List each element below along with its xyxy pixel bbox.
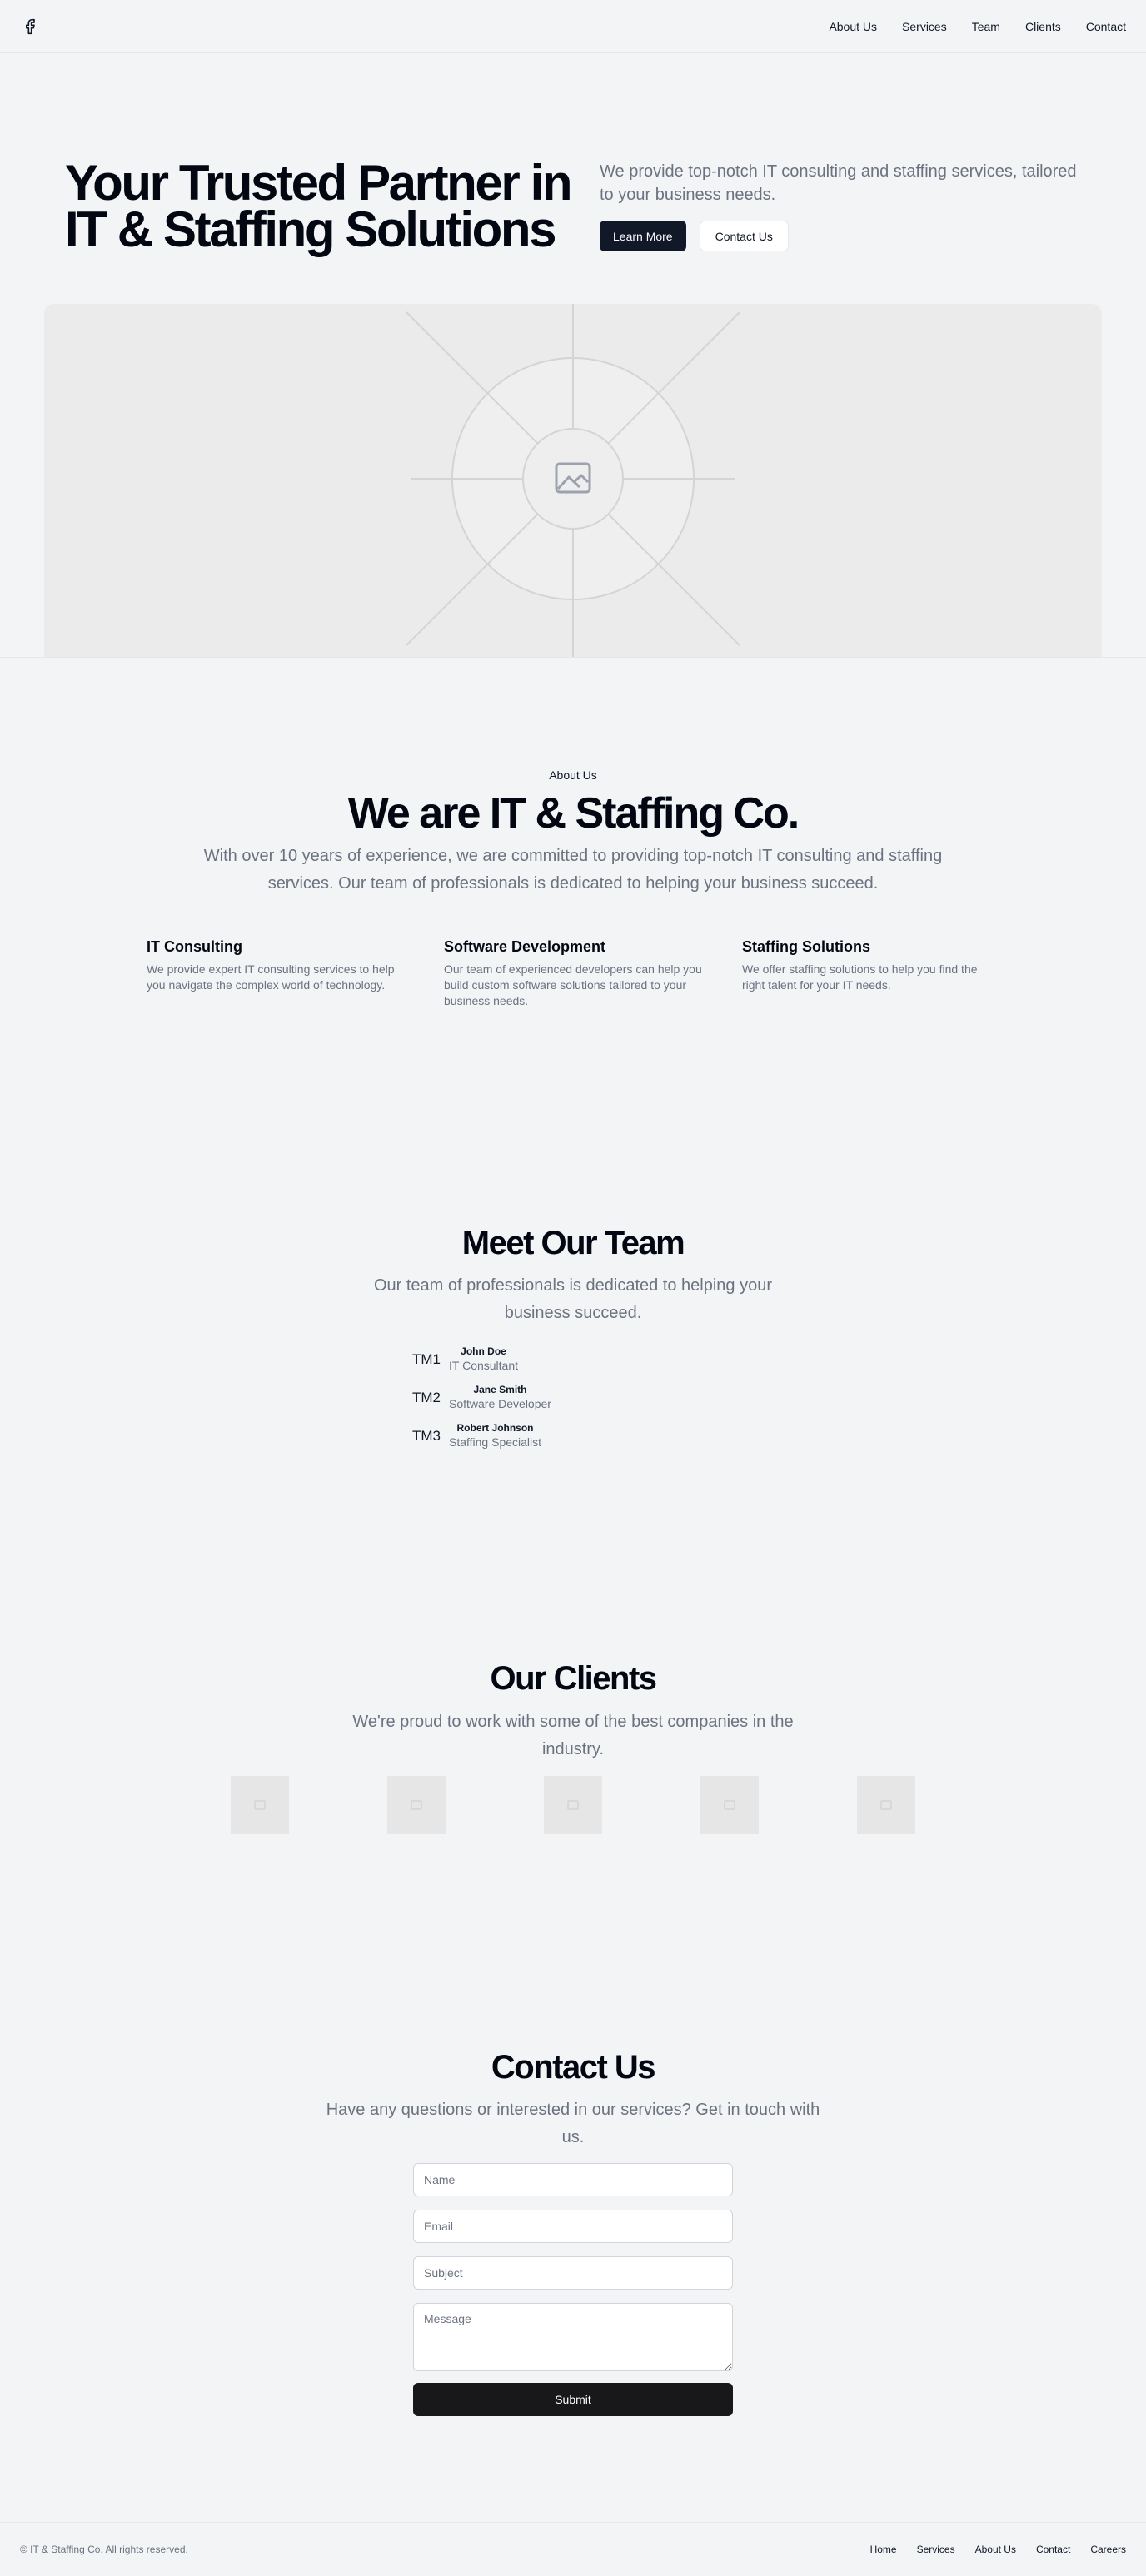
- submit-button[interactable]: Submit: [413, 2383, 733, 2416]
- about-title: We are IT & Staffing Co.: [347, 789, 800, 838]
- feature-text: Our team of experienced developers can h…: [444, 962, 702, 1007]
- hero-description: We provide top-notch IT consulting and s…: [600, 162, 1077, 204]
- client-logo: [387, 1776, 446, 1834]
- footer-nav: Home Services About Us Contact Careers: [870, 2544, 1126, 2555]
- feature-title: Software Development: [444, 938, 606, 955]
- image-placeholder-icon: [724, 1800, 735, 1810]
- team-title: Meet Our Team: [461, 1225, 685, 1261]
- facebook-icon[interactable]: [20, 17, 40, 37]
- feature-title: Staffing Solutions: [742, 938, 870, 955]
- member-role: Software Developer: [449, 1397, 551, 1410]
- team-member: TM2 Jane Smith Software Developer: [412, 1379, 662, 1417]
- member-role: Staffing Specialist: [449, 1435, 542, 1449]
- hero-image-placeholder: [44, 304, 1102, 658]
- footer-link-contact[interactable]: Contact: [1036, 2544, 1070, 2555]
- feature-staffing-solutions: Staffing Solutions We offer staffing sol…: [742, 937, 1000, 993]
- feature-text: We offer staffing solutions to help you …: [742, 962, 978, 992]
- feature-text: We provide expert IT consulting services…: [147, 962, 395, 992]
- clients-description: We're proud to work with some of the bes…: [352, 1713, 794, 1758]
- footer-link-services[interactable]: Services: [917, 2544, 955, 2555]
- team-description: Our team of professionals is dedicated t…: [373, 1276, 773, 1322]
- copyright: © IT & Staffing Co. All rights reserved.: [20, 2544, 188, 2555]
- site-footer: © IT & Staffing Co. All rights reserved.…: [0, 2522, 1146, 2576]
- hero-title: Your Trusted Partner in IT & Staffing So…: [65, 155, 573, 257]
- footer-link-home[interactable]: Home: [870, 2544, 897, 2555]
- member-name: Robert Johnson: [456, 1422, 534, 1434]
- feature-software-development: Software Development Our team of experie…: [444, 937, 702, 1009]
- footer-link-careers[interactable]: Careers: [1090, 2544, 1126, 2555]
- nav-contact[interactable]: Contact: [1086, 20, 1126, 33]
- learn-more-button[interactable]: Learn More: [600, 221, 686, 251]
- client-logo: [544, 1776, 602, 1834]
- nav-about-us[interactable]: About Us: [829, 20, 877, 33]
- team-list: TM1 John Doe IT Consultant TM2 Jane Smit…: [412, 1340, 662, 1455]
- about-eyebrow: About Us: [549, 768, 597, 782]
- clients-title: Our Clients: [490, 1660, 657, 1697]
- image-placeholder-icon: [567, 1800, 579, 1810]
- message-field[interactable]: [413, 2303, 733, 2371]
- avatar: TM2: [412, 1390, 441, 1405]
- main-nav: About Us Services Team Clients Contact: [829, 20, 1126, 33]
- email-field[interactable]: [413, 2210, 733, 2243]
- contact-us-button[interactable]: Contact Us: [699, 221, 789, 251]
- image-placeholder-graphic: [406, 304, 740, 658]
- member-name: John Doe: [461, 1345, 506, 1357]
- image-placeholder-icon: [411, 1800, 422, 1810]
- nav-services[interactable]: Services: [902, 20, 947, 33]
- avatar: TM1: [412, 1351, 441, 1367]
- image-placeholder-icon: [880, 1800, 892, 1810]
- hero-buttons: Learn More Contact Us: [600, 221, 789, 251]
- subject-field[interactable]: [413, 2256, 733, 2290]
- nav-clients[interactable]: Clients: [1025, 20, 1061, 33]
- client-logo: [700, 1776, 759, 1834]
- image-placeholder-icon: [254, 1800, 266, 1810]
- team-member: TM3 Robert Johnson Staffing Specialist: [412, 1417, 662, 1455]
- about-description: With over 10 years of experience, we are…: [203, 847, 943, 893]
- section-divider: [0, 657, 1146, 658]
- site-header: About Us Services Team Clients Contact: [0, 0, 1146, 53]
- contact-title: Contact Us: [491, 2049, 656, 2086]
- feature-title: IT Consulting: [147, 938, 242, 955]
- avatar: TM3: [412, 1428, 441, 1444]
- member-role: IT Consultant: [449, 1359, 519, 1372]
- client-logo: [857, 1776, 915, 1834]
- team-member: TM1 John Doe IT Consultant: [412, 1340, 662, 1379]
- feature-it-consulting: IT Consulting We provide expert IT consu…: [147, 937, 405, 993]
- client-logo: [231, 1776, 289, 1834]
- contact-description: Have any questions or interested in our …: [326, 2101, 820, 2146]
- footer-link-about-us[interactable]: About Us: [975, 2544, 1016, 2555]
- nav-team[interactable]: Team: [972, 20, 1000, 33]
- member-name: Jane Smith: [473, 1384, 527, 1395]
- name-field[interactable]: [413, 2163, 733, 2196]
